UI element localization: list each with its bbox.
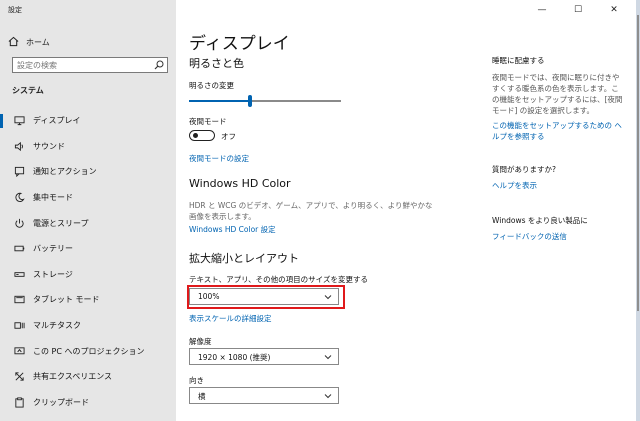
slider-track <box>250 100 341 102</box>
toggle-knob <box>193 133 198 138</box>
scale-heading: 拡大縮小とレイアウト <box>189 252 299 265</box>
nav-item-power[interactable]: 電源とスリープ <box>0 210 176 236</box>
hdr-settings-link[interactable]: Windows HD Color 設定 <box>189 224 276 235</box>
nav-item-notifications[interactable]: 通知とアクション <box>0 159 176 185</box>
nav-item-storage[interactable]: ストレージ <box>0 262 176 288</box>
storage-icon <box>13 268 25 280</box>
nav-item-clipboard[interactable]: クリップボード <box>0 390 176 416</box>
shared-icon <box>13 371 25 383</box>
nav-item-label: クリップボード <box>33 397 89 407</box>
close-button[interactable]: ✕ <box>596 2 632 18</box>
search-icon[interactable] <box>154 60 164 72</box>
nav-item-label: ストレージ <box>33 269 73 279</box>
scale-highlight-box <box>187 285 345 309</box>
notification-icon <box>13 166 25 178</box>
orientation-label: 向き <box>189 376 204 385</box>
nav-item-battery[interactable]: バッテリー <box>0 236 176 262</box>
page-title: ディスプレイ <box>189 34 290 54</box>
nav-item-label: この PC へのプロジェクション <box>33 346 145 356</box>
slider-fill <box>189 100 250 102</box>
related-panel: 睡眠に配慮する 夜間モードでは、夜間に眠りに付きやすくする暖色系の色を表示します… <box>492 55 626 242</box>
question-heading: 質問がありますか? <box>492 165 556 174</box>
improve-heading: Windows をより良い製品に <box>492 216 588 225</box>
sleep-text: 夜間モードでは、夜間に眠りに付きやすくする暖色系の色を表示します。この機能をセッ… <box>492 73 623 115</box>
battery-icon <box>13 243 25 255</box>
brightness-slider[interactable] <box>189 95 341 107</box>
feedback-link[interactable]: フィードバックの送信 <box>492 231 626 242</box>
brightness-label: 明るさの変更 <box>189 81 234 90</box>
nav-item-label: 共有エクスペリエンス <box>33 372 113 382</box>
maximize-button[interactable]: ☐ <box>560 2 596 18</box>
power-icon <box>13 217 25 229</box>
night-mode-state: オフ <box>221 132 236 141</box>
window-controls: — ☐ ✕ <box>524 2 632 18</box>
chevron-down-icon <box>324 353 332 363</box>
home-icon <box>8 36 19 49</box>
minimize-button[interactable]: — <box>524 2 560 18</box>
resolution-dropdown[interactable]: 1920 × 1080 (推奨) <box>189 348 339 365</box>
nav-item-tablet[interactable]: タブレット モード <box>0 287 176 313</box>
page-scrollbar[interactable] <box>636 0 640 421</box>
nav-item-projection[interactable]: この PC へのプロジェクション <box>0 338 176 364</box>
monitor-icon <box>13 115 25 127</box>
window-title: 設定 <box>8 6 22 14</box>
nav-item-label: 電源とスリープ <box>33 218 89 228</box>
night-mode-toggle[interactable] <box>189 130 215 141</box>
help-link[interactable]: ヘルプを表示 <box>492 180 626 191</box>
settings-window: 設定 ホーム システム ディスプレイ サウンド <box>0 0 636 421</box>
projection-icon <box>13 345 25 357</box>
multitask-icon <box>13 320 25 332</box>
hdr-description: HDR と WCG のビデオ、ゲーム、アプリで、より明るく、より鮮やかな画像を表… <box>189 201 433 221</box>
scale-label: テキスト、アプリ、その他の項目のサイズを変更する <box>189 275 368 284</box>
nav-item-label: マルチタスク <box>33 321 81 331</box>
advanced-scaling-link[interactable]: 表示スケールの詳細設定 <box>189 313 272 324</box>
hdr-heading: Windows HD Color <box>189 177 291 190</box>
resolution-value: 1920 × 1080 (推奨) <box>198 353 271 362</box>
search-input[interactable] <box>17 59 147 71</box>
nav-item-label: サウンド <box>33 141 65 151</box>
orientation-value: 横 <box>198 392 206 401</box>
nav-item-label: ディスプレイ <box>33 116 81 126</box>
nav-list: ディスプレイ サウンド 通知とアクション 集中モード 電源とスリープ バッテリー <box>0 108 176 415</box>
section-label: システム <box>12 86 44 95</box>
home-link[interactable]: ホーム <box>8 36 50 48</box>
nav-item-label: 通知とアクション <box>33 167 97 177</box>
night-mode-label: 夜間モード <box>189 117 227 126</box>
moon-icon <box>13 192 25 204</box>
sidebar: 設定 ホーム システム ディスプレイ サウンド <box>0 0 176 421</box>
clipboard-icon <box>13 396 25 408</box>
active-indicator <box>0 114 3 128</box>
sleep-help-link[interactable]: この機能をセットアップするための ヘルプを参照する <box>492 120 626 142</box>
nav-item-display[interactable]: ディスプレイ <box>0 108 176 134</box>
tablet-icon <box>13 294 25 306</box>
orientation-dropdown[interactable]: 横 <box>189 387 339 404</box>
scrollbar-thumb[interactable] <box>637 15 639 311</box>
night-mode-settings-link[interactable]: 夜間モードの設定 <box>189 153 249 164</box>
settings-search[interactable] <box>12 57 168 73</box>
slider-thumb[interactable] <box>248 95 252 107</box>
sleep-heading: 睡眠に配慮する <box>492 56 545 65</box>
home-label: ホーム <box>26 37 50 47</box>
brightness-heading: 明るさと色 <box>189 57 244 70</box>
nav-item-label: バッテリー <box>33 244 73 254</box>
nav-item-label: 集中モード <box>33 193 73 203</box>
nav-item-focus[interactable]: 集中モード <box>0 185 176 211</box>
resolution-label: 解像度 <box>189 337 212 346</box>
nav-item-sound[interactable]: サウンド <box>0 134 176 160</box>
speaker-icon <box>13 140 25 152</box>
nav-item-label: タブレット モード <box>33 295 100 305</box>
nav-item-shared[interactable]: 共有エクスペリエンス <box>0 364 176 390</box>
chevron-down-icon <box>324 392 332 402</box>
nav-item-multitask[interactable]: マルチタスク <box>0 313 176 339</box>
